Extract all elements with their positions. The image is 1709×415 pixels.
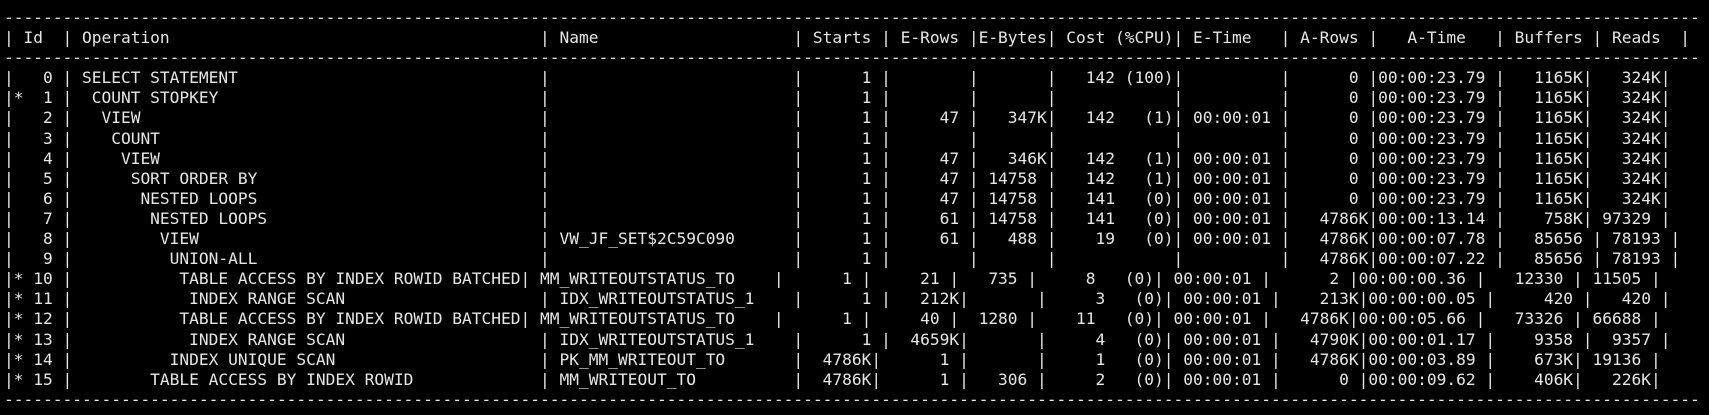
table-row: | 8 | VIEW | VW_JF_SET$2C59C090 | 1 | 61… [4,229,1681,249]
table-row: |* 12 | TABLE ACCESS BY INDEX ROWID BATC… [4,309,1661,329]
table-row: | 9 | UNION-ALL | | 1 | | | | | 4786K|00… [4,249,1681,269]
table-row: | 3 | COUNT | | 1 | | | | | 0 |00:00:23.… [4,128,1671,148]
table-row: | 4 | VIEW | | 1 | 47 | 346K| 142 (1)| 0… [4,148,1671,168]
table-row: | 2 | VIEW | | 1 | 47 | 347K| 142 (1)| 0… [4,108,1671,128]
table-row: | 5 | SORT ORDER BY | | 1 | 47 | 14758 |… [4,168,1671,188]
table-border-header: ----------------------------------------… [4,48,1700,68]
table-row: | 0 | SELECT STATEMENT | | 1 | | | 142 (… [4,68,1671,88]
table-row: | 6 | NESTED LOOPS | | 1 | 47 | 14758 | … [4,188,1671,208]
table-row: |* 1 | COUNT STOPKEY | | 1 | | | | | 0 |… [4,88,1671,108]
table-row: |* 14 | INDEX UNIQUE SCAN | PK_MM_WRITEO… [4,349,1661,369]
table-row: | 7 | NESTED LOOPS | | 1 | 61 | 14758 | … [4,208,1671,228]
table-row: |* 11 | INDEX RANGE SCAN | IDX_WRITEOUTS… [4,289,1671,309]
table-row: |* 15 | TABLE ACCESS BY INDEX ROWID | MM… [4,369,1661,389]
table-row: |* 10 | TABLE ACCESS BY INDEX ROWID BATC… [4,269,1661,289]
table-border-top: ----------------------------------------… [4,8,1700,27]
terminal-bottom-padding [0,407,1709,415]
table-header-row: | Id | Operation | Name | Starts | E-Row… [4,28,1691,48]
terminal-output[interactable]: ----------------------------------------… [0,8,1709,409]
table-row: |* 13 | INDEX RANGE SCAN | IDX_WRITEOUTS… [4,329,1671,349]
